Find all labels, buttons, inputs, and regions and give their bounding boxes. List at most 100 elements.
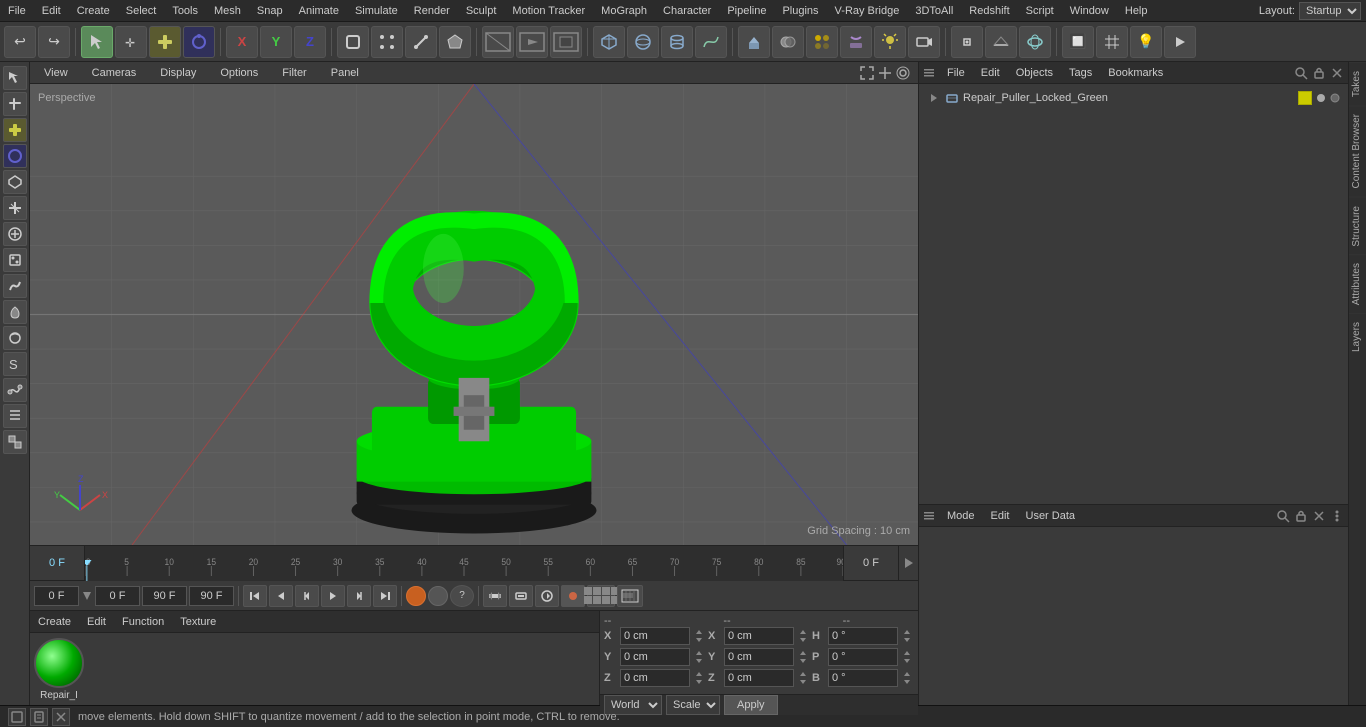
jump-to-end-button[interactable] [373, 585, 397, 607]
field-button[interactable] [1019, 26, 1051, 58]
left-tool-1[interactable] [3, 66, 27, 90]
side-tab-attributes[interactable]: Attributes [1349, 254, 1366, 313]
b-drag[interactable] [900, 671, 914, 685]
select-tool-button[interactable] [81, 26, 113, 58]
attr-lock-icon[interactable] [1294, 509, 1308, 523]
grid-button[interactable] [1096, 26, 1128, 58]
menu-window[interactable]: Window [1062, 2, 1117, 20]
menu-mesh[interactable]: Mesh [206, 2, 249, 20]
menu-animate[interactable]: Animate [291, 2, 347, 20]
menu-3dto[interactable]: 3DToAll [907, 2, 961, 20]
mat-texture-menu[interactable]: Texture [176, 614, 220, 630]
object-dot2[interactable] [1330, 93, 1340, 103]
snap-button[interactable]: 🔲 [1062, 26, 1094, 58]
material-ball[interactable] [34, 638, 84, 688]
menu-file[interactable]: File [0, 2, 34, 20]
left-tool-11[interactable] [3, 326, 27, 350]
camera-button[interactable] [908, 26, 940, 58]
coord-x-pos[interactable] [620, 627, 690, 645]
om-search-icon[interactable] [1294, 66, 1308, 80]
mat-create-menu[interactable]: Create [34, 614, 75, 630]
deformer-button[interactable] [840, 26, 872, 58]
light-button[interactable] [874, 26, 906, 58]
menu-mograph[interactable]: MoGraph [593, 2, 655, 20]
apply-button[interactable]: Apply [724, 695, 778, 715]
menu-edit[interactable]: Edit [34, 2, 69, 20]
menu-script[interactable]: Script [1018, 2, 1062, 20]
attr-dots-icon[interactable] [1330, 509, 1344, 523]
render-region-button[interactable] [482, 26, 514, 58]
menu-motion-tracker[interactable]: Motion Tracker [504, 2, 593, 20]
y-size-drag[interactable] [796, 650, 810, 664]
key-button[interactable] [509, 585, 533, 607]
floor-button[interactable] [985, 26, 1017, 58]
viewport-settings-icon[interactable] [896, 66, 910, 80]
realtime-button[interactable]: 💡 [1130, 26, 1162, 58]
redo-button[interactable]: ↩ [38, 26, 70, 58]
menu-render[interactable]: Render [406, 2, 458, 20]
left-tool-8[interactable] [3, 248, 27, 272]
z-pos-drag[interactable] [692, 671, 706, 685]
side-tab-content-browser[interactable]: Content Browser [1349, 105, 1366, 196]
menu-sculpt[interactable]: Sculpt [458, 2, 505, 20]
panel-menu-icon[interactable] [923, 67, 935, 79]
y-axis-button[interactable]: Y [260, 26, 292, 58]
rotate-tool-button[interactable] [183, 26, 215, 58]
attr-menu-icon[interactable] [923, 510, 935, 522]
menu-redshift[interactable]: Redshift [961, 2, 1017, 20]
help-button[interactable]: ? [450, 585, 474, 607]
h-drag[interactable] [900, 629, 914, 643]
boole-button[interactable] [772, 26, 804, 58]
move-tool-button[interactable]: ✛ [115, 26, 147, 58]
cube-button[interactable] [593, 26, 625, 58]
prev-frame-button[interactable] [295, 585, 319, 607]
move-anim-button[interactable] [483, 585, 507, 607]
coord-b[interactable] [828, 669, 898, 687]
left-tool-10[interactable] [3, 300, 27, 324]
tree-item-repair[interactable]: Repair_Puller_Locked_Green [923, 88, 1344, 108]
frame-end-input-2[interactable] [189, 586, 234, 606]
record2-button[interactable] [561, 585, 585, 607]
menu-snap[interactable]: Snap [249, 2, 291, 20]
left-tool-2[interactable] [3, 92, 27, 116]
om-close-icon[interactable] [1330, 66, 1344, 80]
left-tool-3[interactable] [3, 118, 27, 142]
undo-button[interactable]: ↩ [4, 26, 36, 58]
left-tool-6[interactable] [3, 196, 27, 220]
status-icon-2[interactable] [30, 708, 48, 726]
render-active-button[interactable] [550, 26, 582, 58]
y-pos-drag[interactable] [692, 650, 706, 664]
menu-create[interactable]: Create [69, 2, 118, 20]
tree-collapse-icon[interactable] [927, 91, 941, 105]
attr-edit-menu[interactable]: Edit [987, 508, 1014, 524]
play-forward-button[interactable] [321, 585, 345, 607]
menu-vray[interactable]: V-Ray Bridge [827, 2, 908, 20]
attr-mode-menu[interactable]: Mode [943, 508, 979, 524]
attr-collapse-icon[interactable] [1312, 509, 1326, 523]
poly-mode-button[interactable] [439, 26, 471, 58]
viewport-expand-icon[interactable] [860, 66, 874, 80]
side-tab-takes[interactable]: Takes [1349, 62, 1366, 105]
display-menu[interactable]: Display [154, 65, 202, 81]
menu-pipeline[interactable]: Pipeline [719, 2, 774, 20]
coord-z-size[interactable] [724, 669, 794, 687]
mat-edit-menu[interactable]: Edit [83, 614, 110, 630]
spline-button[interactable] [695, 26, 727, 58]
left-tool-4[interactable] [3, 144, 27, 168]
left-tool-9[interactable] [3, 274, 27, 298]
point-mode-button[interactable] [371, 26, 403, 58]
p-drag[interactable] [900, 650, 914, 664]
coord-y-pos[interactable] [620, 648, 690, 666]
playback-button[interactable] [1164, 26, 1196, 58]
menu-help[interactable]: Help [1117, 2, 1156, 20]
left-tool-12[interactable]: S [3, 352, 27, 376]
mat-function-menu[interactable]: Function [118, 614, 168, 630]
menu-tools[interactable]: Tools [164, 2, 206, 20]
object-color-indicator[interactable] [1298, 91, 1312, 105]
x-size-drag[interactable] [796, 629, 810, 643]
menu-character[interactable]: Character [655, 2, 719, 20]
left-tool-13[interactable] [3, 378, 27, 402]
left-tool-15[interactable] [3, 430, 27, 454]
filter-menu[interactable]: Filter [276, 65, 312, 81]
om-edit-menu[interactable]: Edit [977, 65, 1004, 81]
